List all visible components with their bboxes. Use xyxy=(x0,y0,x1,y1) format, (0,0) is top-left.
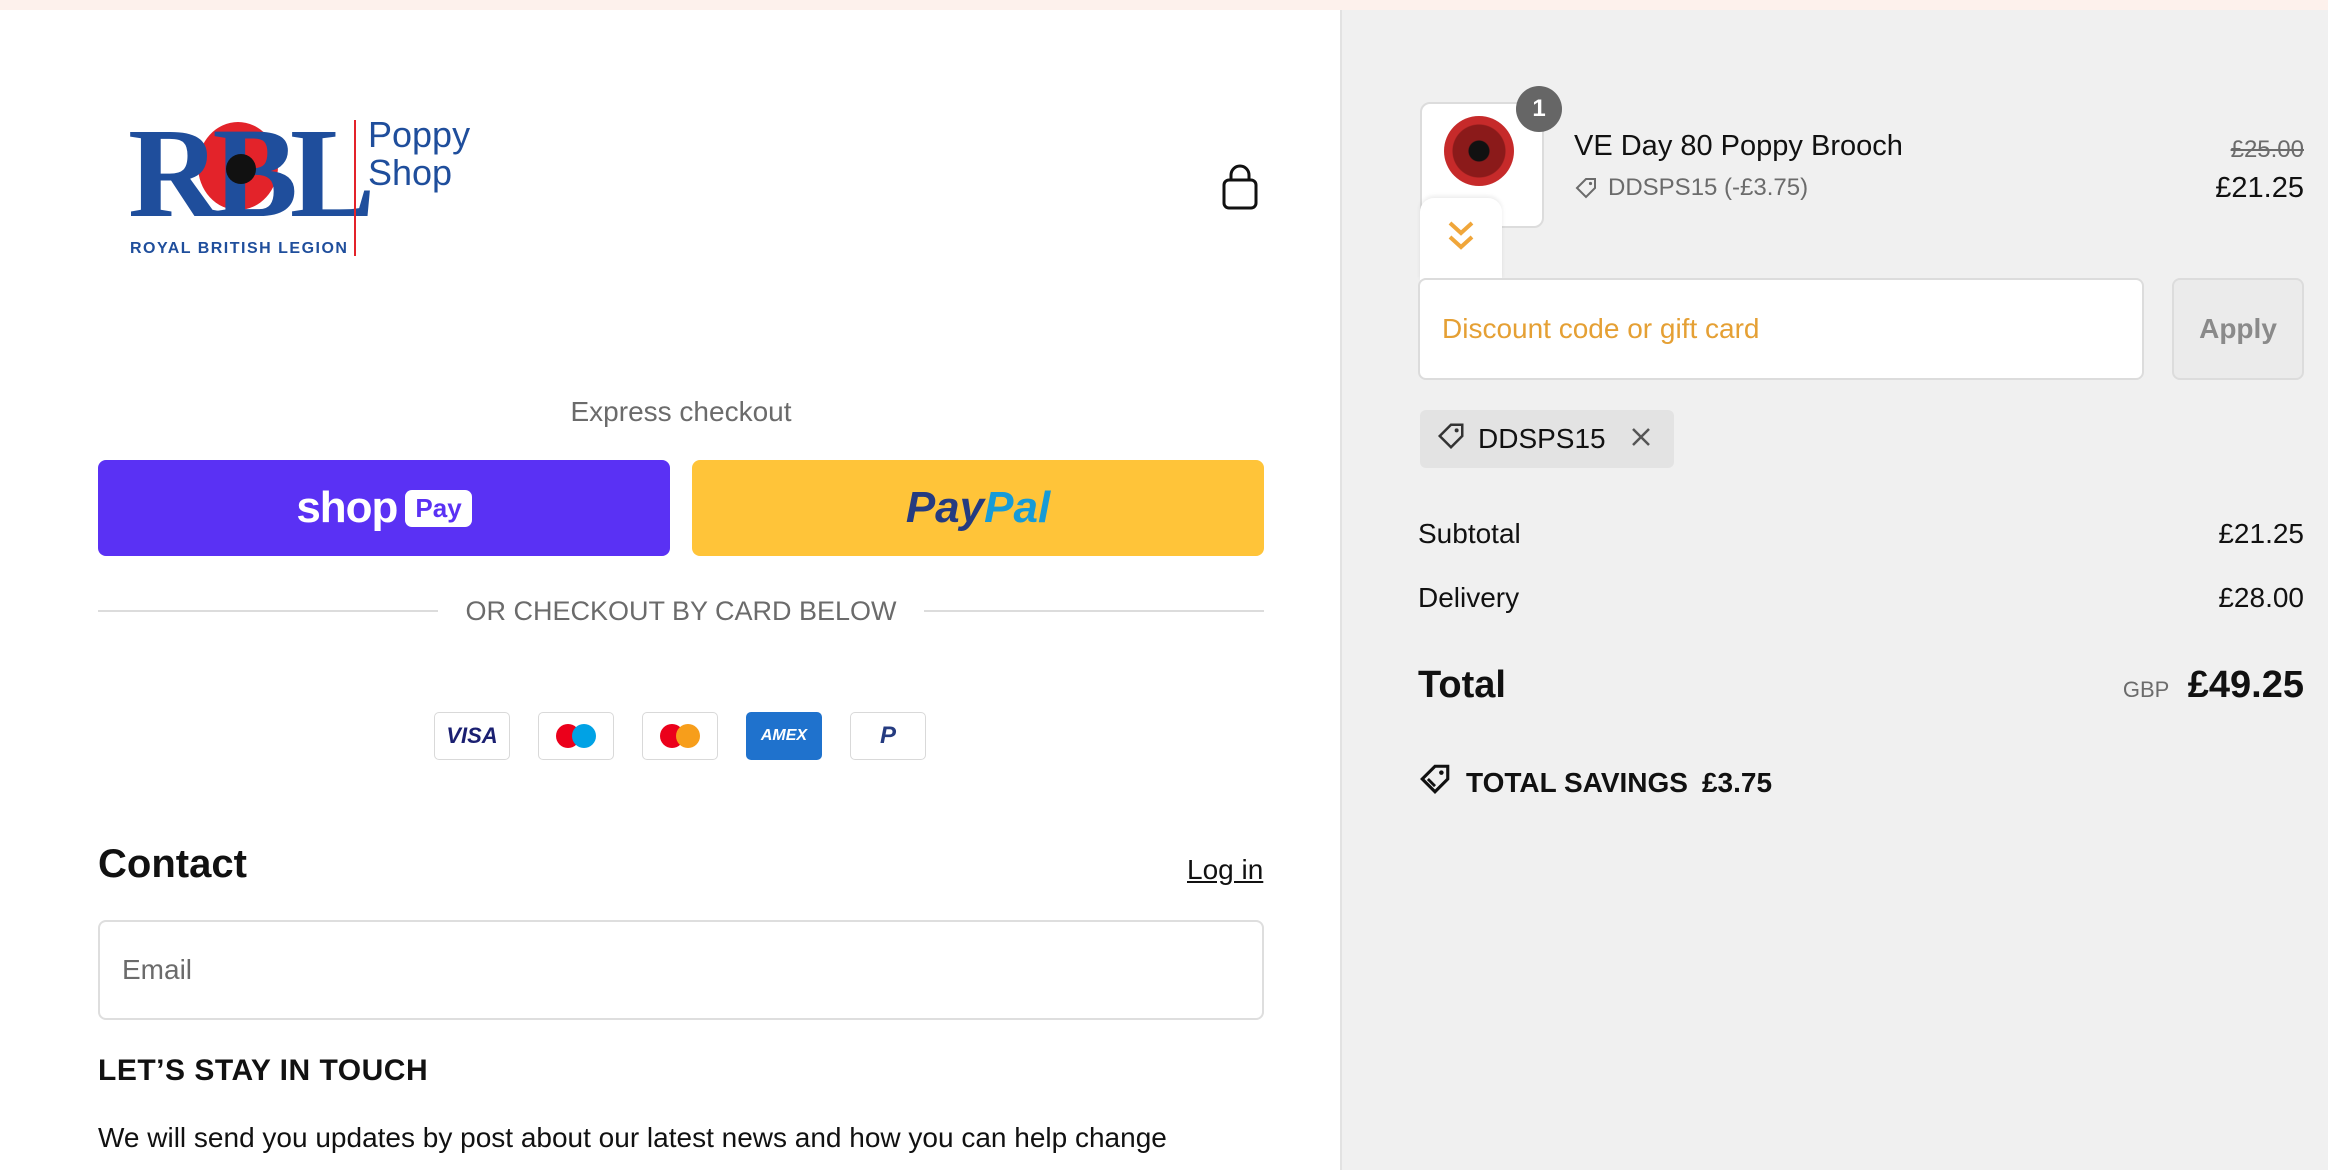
mastercard-icon xyxy=(642,712,718,760)
stay-in-touch-text: We will send you updates by post about o… xyxy=(98,1122,1167,1153)
amex-icon: AMEX xyxy=(746,712,822,760)
checkout-divider: OR CHECKOUT BY CARD BELOW xyxy=(98,596,1264,626)
double-chevron-down-icon xyxy=(1446,219,1476,259)
delivery-row: Delivery £28.00 xyxy=(1418,582,2304,614)
shop-pay-badge: Pay xyxy=(405,489,472,527)
subtotal-value: £21.25 xyxy=(2218,518,2304,549)
savings-label: TOTAL SAVINGS xyxy=(1466,766,1688,798)
shop-pay-button[interactable]: shop Pay xyxy=(98,460,670,556)
tag-icon xyxy=(1436,421,1466,458)
logo-divider xyxy=(354,120,356,256)
paypal-icon: P xyxy=(850,712,926,760)
total-row: Total GBP £49.25 xyxy=(1418,664,2304,707)
stay-in-touch-heading: LET’S STAY IN TOUCH xyxy=(98,1054,429,1087)
total-value: £49.25 xyxy=(2187,664,2304,706)
visa-label: VISA xyxy=(446,723,498,748)
top-border xyxy=(0,0,2328,10)
logo-subtitle: ROYAL BRITISH LEGION xyxy=(130,240,349,257)
savings-value: £3.75 xyxy=(1701,766,1773,798)
divider-text: OR CHECKOUT BY CARD BELOW xyxy=(465,596,897,626)
royal-british-legion-logo[interactable]: RBL ROYAL BRITISH LEGION Poppy Shop xyxy=(128,108,478,258)
delivery-value: £28.00 xyxy=(2218,582,2304,613)
email-field[interactable] xyxy=(98,920,1264,1020)
poppy-brooch-image xyxy=(1444,116,1514,186)
paypal-wordmark-part2: Pal xyxy=(984,483,1051,532)
total-savings: TOTAL SAVINGS £3.75 xyxy=(1418,762,1772,803)
applied-discount-code: DDSPS15 xyxy=(1478,423,1606,454)
applied-discount-chip: DDSPS15 xyxy=(1420,410,1674,468)
expand-chevron-button[interactable] xyxy=(1420,198,1502,280)
delivery-label: Delivery xyxy=(1418,582,1520,613)
product-discount-code: DDSPS15 (-£3.75) xyxy=(1608,174,1809,201)
tag-icon xyxy=(1574,176,1598,200)
paypal-button[interactable]: Pay Pal xyxy=(692,460,1264,556)
discount-code-input[interactable] xyxy=(1418,278,2144,380)
visa-icon: VISA xyxy=(434,712,510,760)
currency-code: GBP xyxy=(2122,677,2170,702)
shop-pay-wordmark: shop xyxy=(296,483,398,532)
total-label: Total xyxy=(1418,664,1506,706)
logo-shop-line2: Shop xyxy=(368,152,453,193)
log-in-link[interactable]: Log in xyxy=(1187,854,1264,886)
amex-label: AMEX xyxy=(760,727,808,744)
savings-tag-icon xyxy=(1418,762,1452,803)
subtotal-row: Subtotal £21.25 xyxy=(1418,518,2304,550)
apply-discount-button[interactable]: Apply xyxy=(2172,278,2304,380)
payment-methods: VISA AMEX P xyxy=(434,712,926,760)
item-price: £21.25 xyxy=(2215,172,2304,204)
subtotal-label: Subtotal xyxy=(1418,518,1521,549)
contact-heading: Contact xyxy=(98,842,247,886)
original-price: £25.00 xyxy=(2230,136,2304,163)
logo-shop-line1: Poppy xyxy=(368,114,471,155)
shopping-bag-icon[interactable] xyxy=(1218,164,1262,212)
quantity-badge: 1 xyxy=(1516,86,1562,132)
poppy-center xyxy=(226,154,256,184)
maestro-icon xyxy=(538,712,614,760)
remove-discount-icon[interactable] xyxy=(1630,422,1652,456)
paypal-wordmark-part1: Pay xyxy=(905,483,985,532)
express-checkout-label: Express checkout xyxy=(570,396,792,427)
product-discount: DDSPS15 (-£3.75) xyxy=(1574,174,1808,202)
paypal-card-label: P xyxy=(879,722,896,749)
logo-shop-name: Poppy Shop xyxy=(368,116,470,192)
product-name: VE Day 80 Poppy Brooch xyxy=(1574,130,1903,162)
